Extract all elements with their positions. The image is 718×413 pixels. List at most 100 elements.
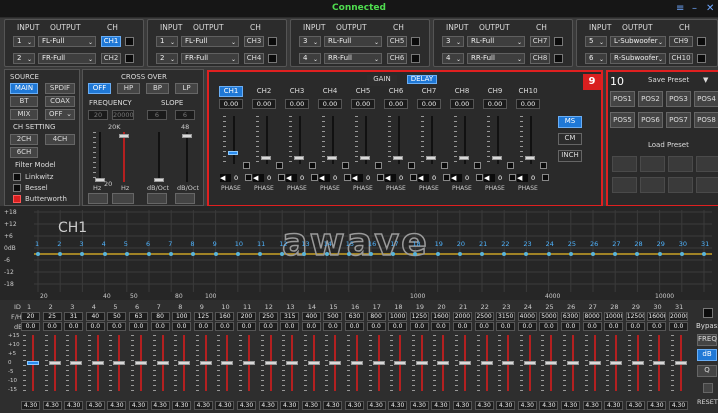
- band-point[interactable]: [657, 252, 662, 256]
- mixer-ch9-tab[interactable]: CH9: [483, 86, 507, 97]
- band-fader-knob[interactable]: [243, 361, 255, 365]
- band-q-field[interactable]: 4.30: [150, 401, 170, 410]
- mixer-ch3-value[interactable]: 0.00: [285, 99, 309, 109]
- slope-high-knob[interactable]: [182, 134, 192, 138]
- channel-ch4-button[interactable]: CH4: [244, 53, 264, 64]
- band-gain-field[interactable]: 0.0: [453, 322, 472, 331]
- band-q-field[interactable]: 4.30: [258, 401, 278, 410]
- phase-checkbox[interactable]: [278, 174, 285, 181]
- band-freq-field[interactable]: 1250: [409, 312, 429, 321]
- speaker-icon[interactable]: ◀: [319, 174, 330, 182]
- band-point[interactable]: [546, 252, 551, 256]
- mixer-ch10-value[interactable]: 0.00: [516, 99, 540, 109]
- channel-ch3-button[interactable]: CH3: [244, 36, 264, 47]
- band-q-field[interactable]: 4.30: [647, 401, 667, 410]
- band-fader-knob[interactable]: [27, 361, 39, 365]
- band-freq-field[interactable]: 25: [42, 312, 62, 321]
- band-q-field[interactable]: 4.30: [107, 401, 127, 410]
- band-fader-knob[interactable]: [264, 361, 277, 365]
- channel-ch6-button[interactable]: CH6: [387, 53, 407, 64]
- filter-linkwitz-radio[interactable]: [13, 173, 21, 181]
- band-q-field[interactable]: 4.30: [64, 401, 84, 410]
- channel-link-box[interactable]: [554, 54, 563, 63]
- band-freq-field[interactable]: 2500: [474, 312, 494, 321]
- band-fader-knob[interactable]: [523, 361, 536, 365]
- minimize-button[interactable]: –: [692, 3, 697, 14]
- caret-down-icon[interactable]: ▼: [703, 76, 708, 84]
- mixer-ch5-value[interactable]: 0.00: [351, 99, 375, 109]
- input-select[interactable]: 3 ⌄: [442, 36, 464, 47]
- band-freq-field[interactable]: 315: [280, 312, 300, 321]
- band-gain-field[interactable]: 0.0: [107, 322, 127, 331]
- mixer-ch10-tab[interactable]: CH10: [516, 86, 540, 97]
- mixer-link-box[interactable]: [441, 162, 448, 169]
- band-point[interactable]: [346, 252, 351, 256]
- band-fader-knob[interactable]: [286, 361, 299, 365]
- band-fader-knob[interactable]: [178, 361, 191, 365]
- mixer-link-box[interactable]: [474, 162, 481, 169]
- band-q-field[interactable]: 4.30: [496, 401, 516, 410]
- unit-inch-button[interactable]: INCH: [558, 150, 582, 162]
- mixer-link-box[interactable]: [276, 162, 283, 169]
- band-point[interactable]: [568, 252, 573, 256]
- output-select[interactable]: RL-Full ⌄: [467, 36, 525, 47]
- band-freq-field[interactable]: 5000: [539, 312, 559, 321]
- unit-ms-button[interactable]: MS: [558, 116, 582, 128]
- load-slot[interactable]: [612, 177, 637, 193]
- load-slot[interactable]: [696, 177, 718, 193]
- band-gain-field[interactable]: 0.0: [625, 322, 645, 331]
- mixer-ch8-tab[interactable]: CH8: [450, 86, 474, 97]
- band-freq-field[interactable]: 200: [237, 312, 256, 321]
- output-select[interactable]: FL-Full ⌄: [38, 36, 96, 47]
- mixer-ch1-value[interactable]: 0.00: [219, 99, 243, 109]
- mixer-ch7-value[interactable]: 0.00: [417, 99, 441, 109]
- band-q-field[interactable]: 4.30: [172, 401, 192, 410]
- load-slot[interactable]: [640, 177, 665, 193]
- mixer-fader-knob[interactable]: [525, 156, 535, 160]
- band-fader-knob[interactable]: [221, 361, 234, 365]
- band-q-field[interactable]: 4.30: [323, 401, 343, 410]
- source-mix-button[interactable]: MIX: [10, 109, 38, 120]
- band-q-field[interactable]: 4.30: [237, 401, 256, 410]
- output-select[interactable]: RR-Full ⌄: [324, 53, 382, 64]
- band-q-field[interactable]: 4.30: [280, 401, 300, 410]
- band-q-field[interactable]: 4.30: [539, 401, 559, 410]
- phase-checkbox[interactable]: [344, 174, 351, 181]
- band-gain-field[interactable]: 0.0: [345, 322, 364, 331]
- band-q-field[interactable]: 4.30: [129, 401, 148, 410]
- band-gain-field[interactable]: 0.0: [85, 322, 105, 331]
- band-point[interactable]: [147, 252, 151, 256]
- band-freq-field[interactable]: 2000: [453, 312, 472, 321]
- channel-ch5-button[interactable]: CH5: [387, 36, 407, 47]
- band-gain-field[interactable]: 0.0: [42, 322, 62, 331]
- preset-pos8-button[interactable]: POS8: [694, 112, 718, 128]
- band-freq-field[interactable]: 3150: [496, 312, 516, 321]
- band-point[interactable]: [36, 252, 40, 256]
- mixer-link-box[interactable]: [408, 162, 415, 169]
- preset-pos2-button[interactable]: POS2: [638, 91, 663, 107]
- mixer-ch4-tab[interactable]: CH4: [318, 86, 342, 97]
- band-gain-field[interactable]: 0.0: [582, 322, 602, 331]
- band-point[interactable]: [369, 252, 373, 256]
- channel-link-box[interactable]: [125, 37, 134, 46]
- band-gain-field[interactable]: 0.0: [258, 322, 278, 331]
- band-gain-field[interactable]: 0.0: [215, 322, 235, 331]
- band-q-field[interactable]: 4.30: [669, 401, 688, 410]
- input-select[interactable]: 3 ⌄: [299, 36, 321, 47]
- preset-pos3-button[interactable]: POS3: [666, 91, 691, 107]
- band-point[interactable]: [324, 252, 329, 256]
- channel-link-box[interactable]: [411, 54, 420, 63]
- band-q-field[interactable]: 4.30: [517, 401, 537, 410]
- phase-checkbox[interactable]: [509, 174, 516, 181]
- output-select[interactable]: FL-Full ⌄: [181, 36, 239, 47]
- band-q-field[interactable]: 4.30: [604, 401, 624, 410]
- band-gain-field[interactable]: 0.0: [669, 322, 688, 331]
- phase-checkbox[interactable]: [443, 174, 450, 181]
- band-gain-field[interactable]: 0.0: [301, 322, 321, 331]
- speaker-icon[interactable]: ◀: [286, 174, 297, 182]
- channel-ch1-button[interactable]: CH1: [101, 36, 121, 47]
- mixer-ch2-tab[interactable]: CH2: [252, 86, 276, 97]
- band-gain-field[interactable]: 0.0: [409, 322, 429, 331]
- band-freq-field[interactable]: 12500: [625, 312, 645, 321]
- xover-step-1[interactable]: [88, 193, 108, 204]
